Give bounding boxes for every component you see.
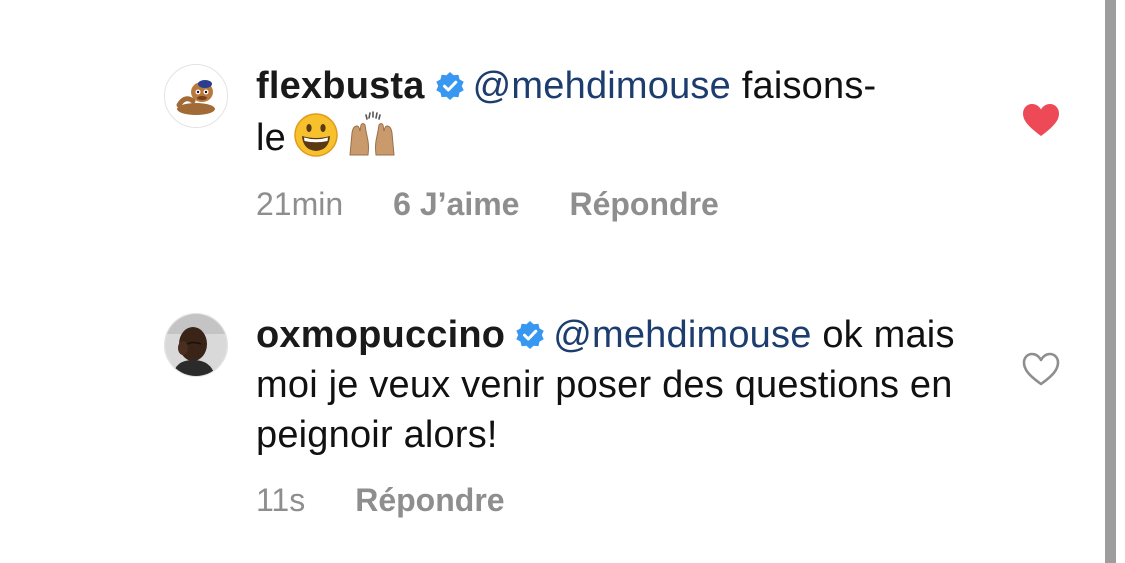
comment-body-continued: le	[256, 117, 286, 159]
comment-body: faisons-	[741, 65, 877, 107]
avatar-image	[165, 65, 227, 127]
comment-meta: 21min 6 J’aime Répondre	[256, 184, 719, 224]
avatar[interactable]	[164, 313, 228, 377]
likes-count[interactable]: 6 J’aime	[393, 184, 519, 224]
timestamp: 21min	[256, 186, 344, 222]
avatar[interactable]	[164, 64, 228, 128]
mention-link[interactable]: @mehdimouse	[473, 65, 731, 107]
reply-button[interactable]: Répondre	[355, 480, 504, 520]
heart-outline-icon[interactable]	[1021, 351, 1061, 387]
comment-meta: 11s Répondre	[256, 480, 505, 520]
verified-badge-icon	[516, 321, 544, 349]
comments-screen: flexbusta @mehdimouse faisons-le 21min 6 J…	[0, 0, 1125, 563]
comment-text: flexbusta @mehdimouse faisons-le	[256, 61, 976, 163]
avatar-image	[165, 314, 227, 376]
timestamp: 11s	[256, 482, 306, 518]
heart-filled-icon[interactable]	[1021, 102, 1061, 138]
verified-badge-icon	[435, 72, 464, 100]
comment-text: oxmopuccino @mehdimouse ok mais moi je ve…	[256, 310, 976, 460]
username[interactable]: flexbusta	[256, 65, 425, 107]
scrollbar[interactable]	[1105, 0, 1116, 563]
username[interactable]: oxmopuccino	[256, 314, 505, 356]
mention-link[interactable]: @mehdimouse	[553, 314, 811, 356]
raising-hands-icon	[349, 111, 395, 156]
grinning-face-icon	[294, 113, 338, 157]
reply-button[interactable]: Répondre	[569, 184, 718, 224]
